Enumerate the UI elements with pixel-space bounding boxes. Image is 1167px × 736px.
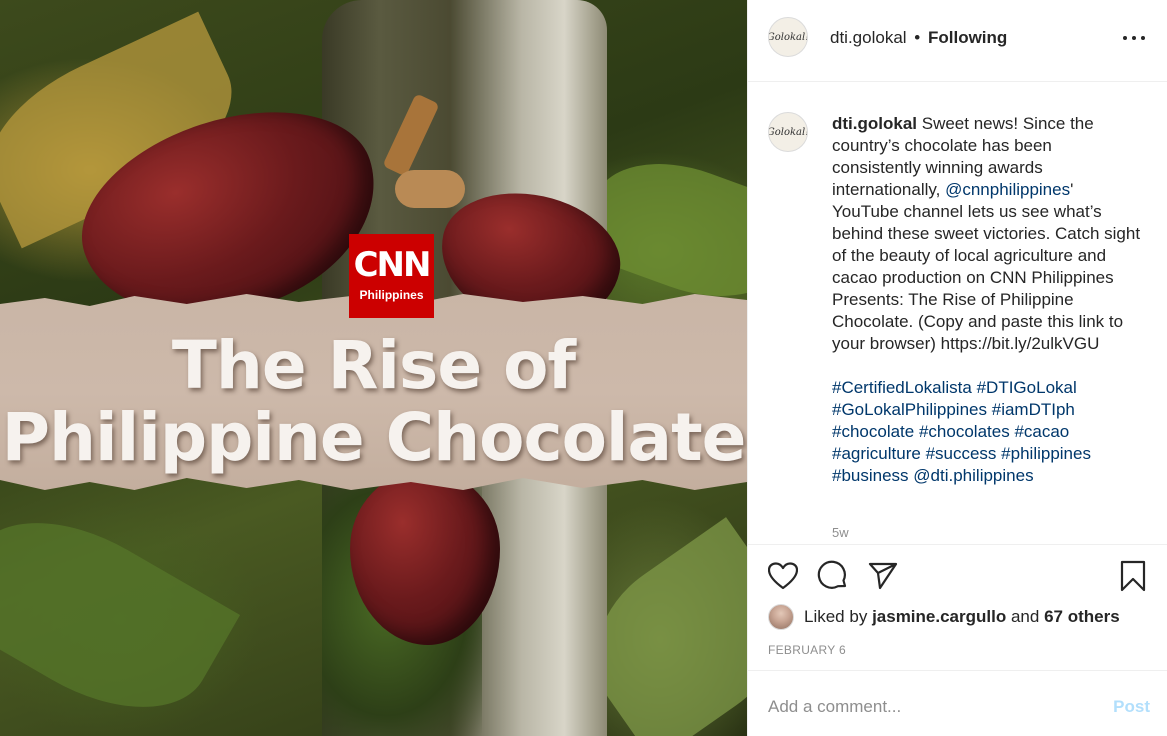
likes-and: and — [1010, 607, 1040, 626]
cnn-philippines-logo: CNN Philippines — [349, 234, 434, 318]
logo-sub-text: Philippines — [359, 288, 424, 302]
likes-summary[interactable]: Liked by jasmine.cargullo and 67 others — [768, 603, 1158, 631]
logo-main-text: CNN — [353, 245, 432, 285]
hashtag-link[interactable]: #GoLokalPhilippines — [832, 400, 987, 419]
comment-icon[interactable] — [816, 556, 850, 596]
hashtag-link[interactable]: #iamDTIph — [992, 400, 1075, 419]
hashtag-link[interactable]: #agriculture — [832, 444, 921, 463]
hashtag-link[interactable]: #chocolates — [919, 422, 1010, 441]
hashtag-link[interactable]: #success — [926, 444, 997, 463]
hashtag-list: #CertifiedLokalista #DTIGoLokal #GoLokal… — [832, 377, 1142, 487]
mention-link[interactable]: @dti.philippines — [913, 466, 1033, 485]
caption-username[interactable]: dti.golokal — [832, 114, 917, 133]
cacao-flower — [395, 170, 465, 208]
hashtag-link[interactable]: #chocolate — [832, 422, 914, 441]
hashtag-link[interactable]: #cacao — [1014, 422, 1069, 441]
post-header: Golokal! dti.golokal • Following — [748, 0, 1167, 82]
hashtag-link[interactable]: #DTIGoLokal — [977, 378, 1077, 397]
mention-link[interactable]: @cnnphilippines — [945, 180, 1070, 199]
likes-others[interactable]: 67 others — [1044, 607, 1120, 627]
caption-text: dti.golokal Sweet news! Since the countr… — [832, 113, 1142, 487]
heart-icon[interactable] — [766, 556, 800, 596]
image-headline: The Rise of Philippine Chocolate — [0, 330, 747, 474]
headline-line-2: Philippine Chocolate — [1, 399, 747, 476]
hashtag-link[interactable]: #philippines — [1001, 444, 1091, 463]
caption-avatar[interactable]: Golokal! — [768, 112, 808, 152]
author-avatar[interactable]: Golokal! — [768, 17, 808, 57]
post-side-panel: Golokal! dti.golokal • Following Golokal… — [747, 0, 1167, 736]
action-bar — [748, 556, 1167, 598]
header-username[interactable]: dti.golokal — [830, 28, 907, 47]
leaf-decoration — [0, 485, 241, 736]
more-options-icon[interactable] — [1123, 30, 1145, 46]
liker-avatar[interactable] — [768, 604, 794, 630]
post-comment-button[interactable]: Post — [1113, 697, 1150, 717]
comment-input[interactable] — [768, 691, 1088, 723]
post-date: FEBRUARY 6 — [768, 643, 846, 657]
paper-plane-icon[interactable] — [866, 556, 900, 596]
comments-area[interactable]: Golokal! dti.golokal Sweet news! Since t… — [748, 83, 1167, 545]
hashtag-link[interactable]: #CertifiedLokalista — [832, 378, 972, 397]
headline-line-1: The Rise of — [171, 327, 576, 404]
header-user-info: dti.golokal • Following — [830, 28, 1007, 48]
following-button[interactable]: Following — [928, 28, 1007, 47]
caption-body-2: ' YouTube channel lets us see what’s beh… — [832, 180, 1141, 353]
liker-username[interactable]: jasmine.cargullo — [872, 607, 1006, 627]
likes-prefix: Liked by — [804, 607, 868, 626]
bookmark-icon[interactable] — [1116, 556, 1150, 596]
comment-form: Post — [748, 670, 1167, 736]
post-image[interactable]: CNN Philippines The Rise of Philippine C… — [0, 0, 747, 736]
hashtag-link[interactable]: #business — [832, 466, 909, 485]
header-separator: • — [914, 28, 921, 47]
caption-timestamp[interactable]: 5w — [832, 525, 849, 540]
avatar-text: Golokal! — [768, 31, 808, 43]
avatar-text: Golokal! — [768, 126, 808, 138]
